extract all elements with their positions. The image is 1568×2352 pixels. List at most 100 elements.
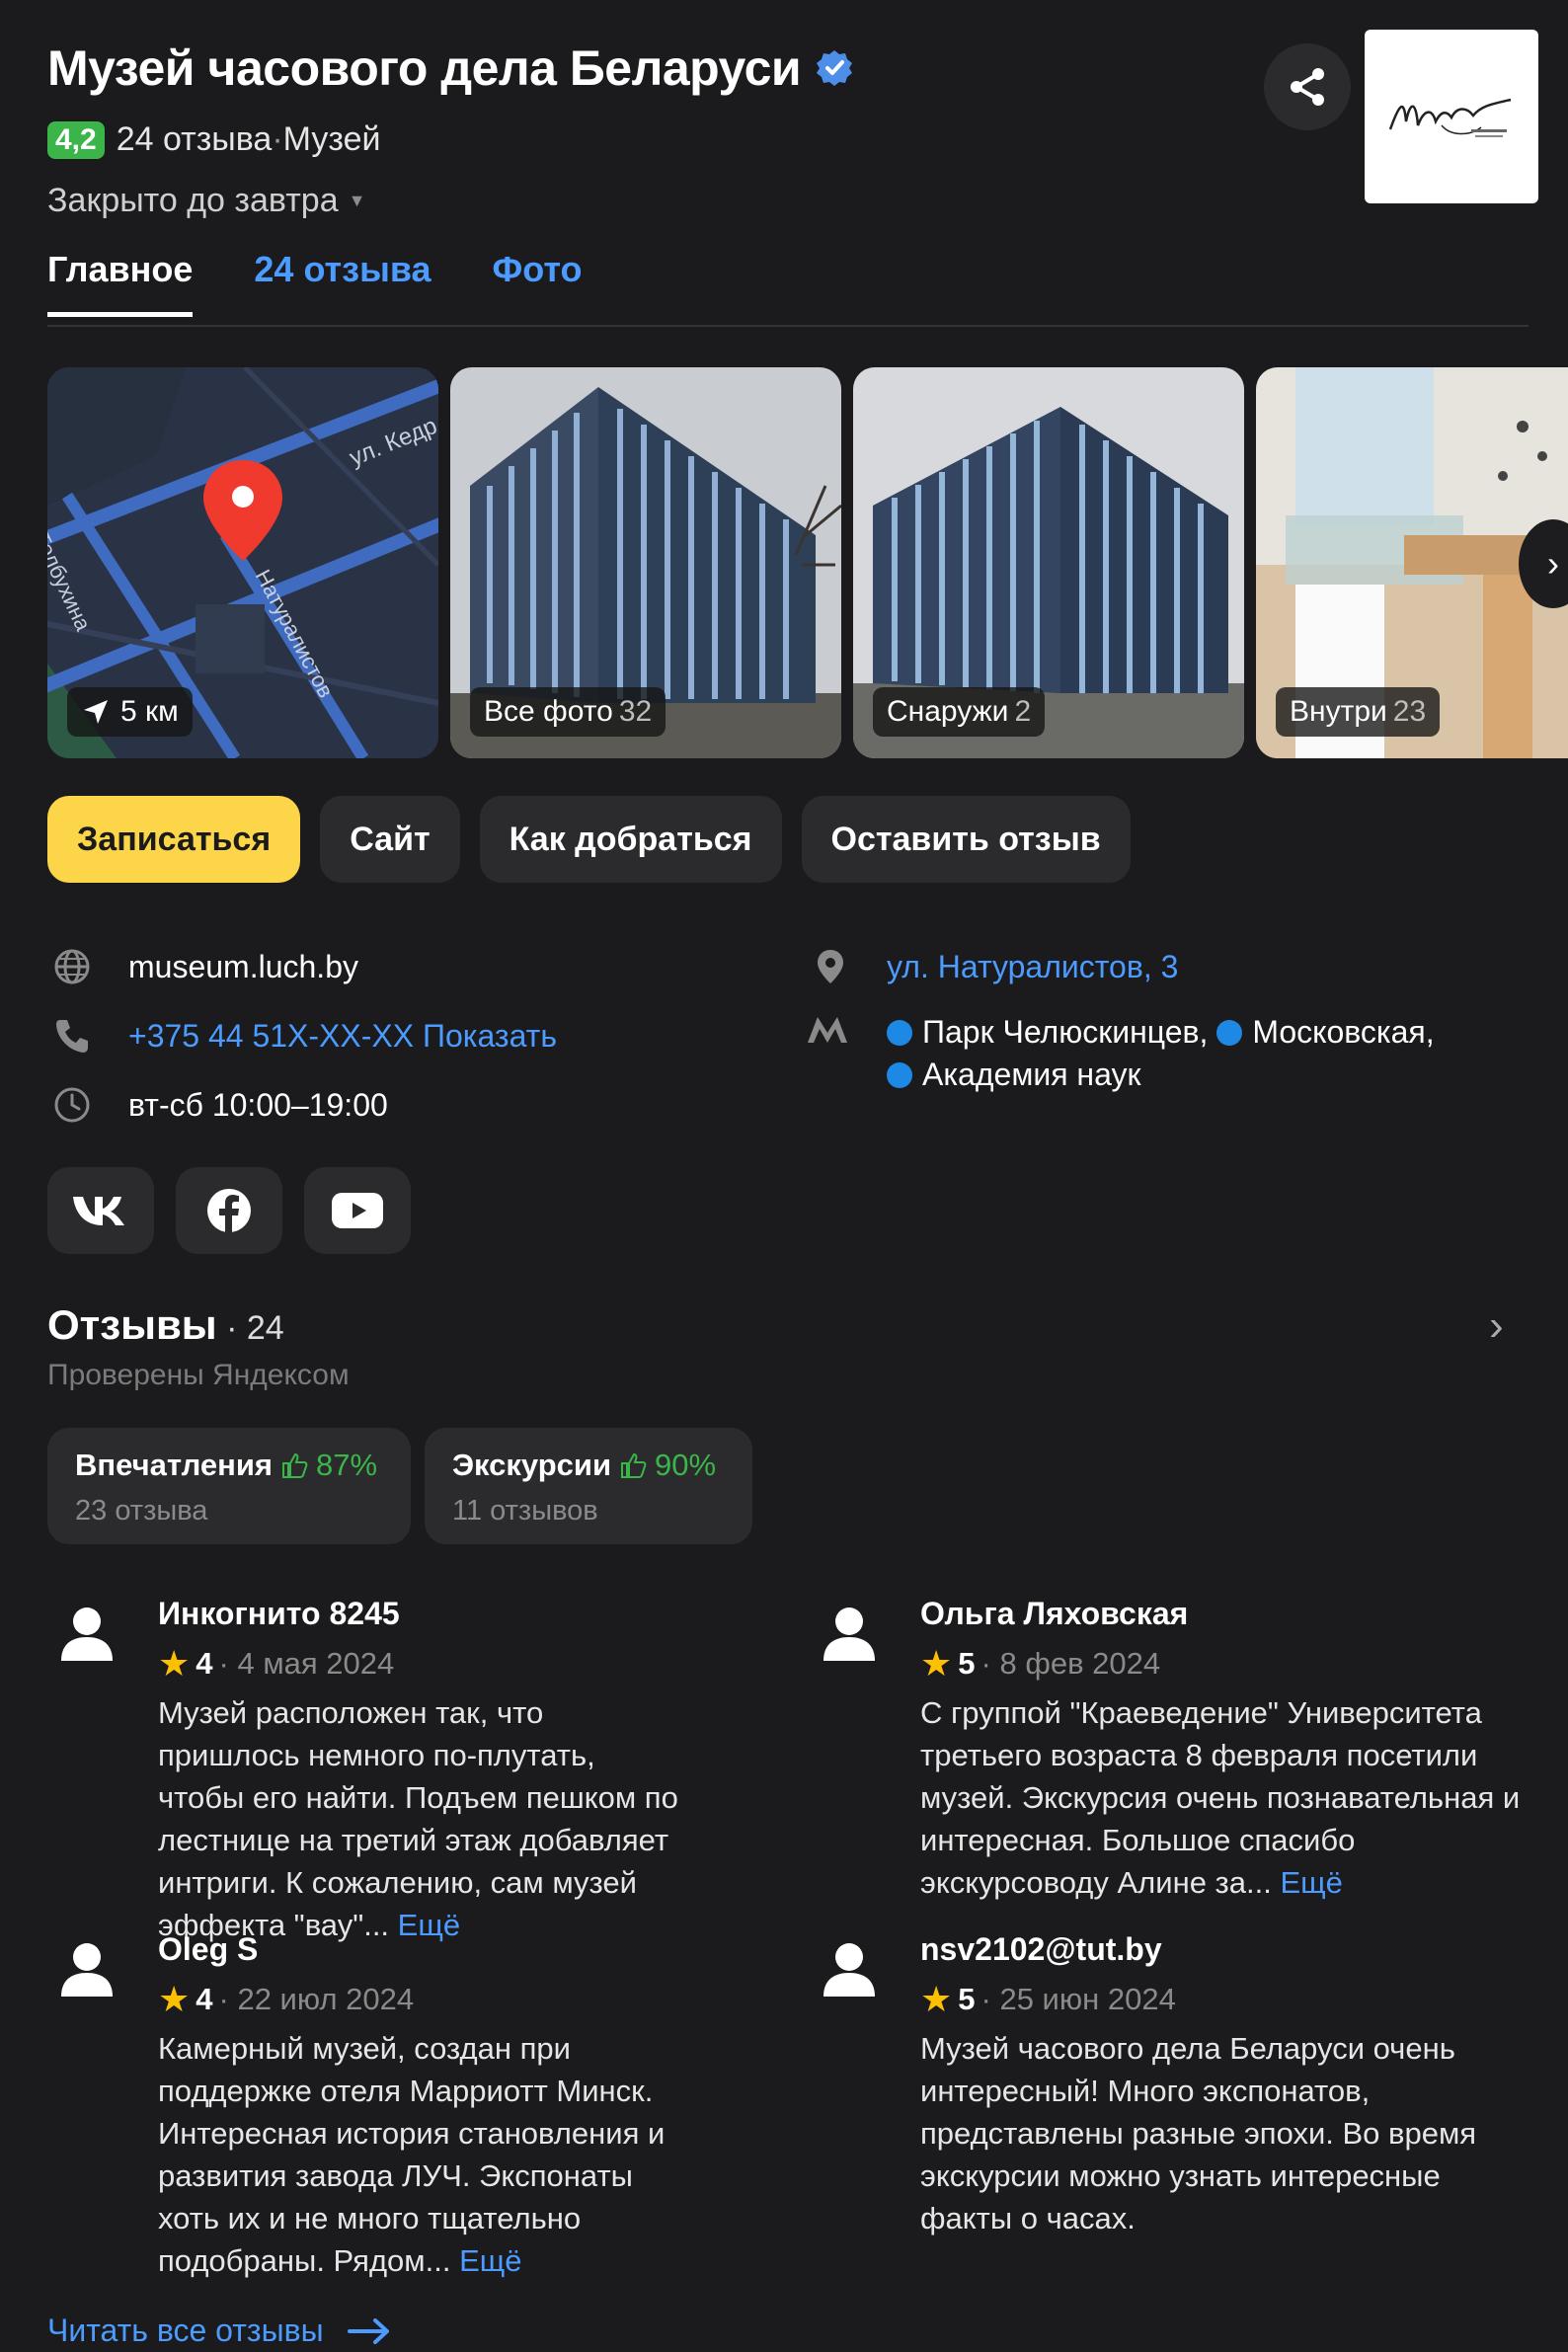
metro-station[interactable]: Академия наук (887, 1057, 1141, 1092)
website-link[interactable]: museum.luch.by (128, 949, 358, 985)
review-meta: ★ 4 · 22 июл 2024 (158, 1982, 679, 2017)
user-avatar-icon (61, 1607, 113, 1661)
photo-tile-outside[interactable]: Снаружи 2 (853, 367, 1244, 758)
tab-photos[interactable]: Фото (493, 249, 583, 317)
distance-badge: 5 км (67, 687, 193, 737)
youtube-icon (332, 1193, 383, 1228)
arrow-right-icon (347, 2317, 389, 2344)
star-icon: ★ (158, 1979, 191, 2019)
aspect-percent: 90% (655, 1448, 717, 1482)
tab-reviews[interactable]: 24 отзыва (254, 249, 431, 317)
metro-station[interactable]: Московская, (1216, 1014, 1435, 1050)
page-title: Музей часового дела Беларуси (47, 39, 854, 97)
review-more-link[interactable]: Ещё (459, 2243, 521, 2278)
book-button[interactable]: Записаться (47, 796, 301, 883)
review-author[interactable]: nsv2102@tut.by (920, 1931, 1540, 1968)
metro-row: Парк Челюскинцев, Московская, Академия н… (806, 1011, 1536, 1096)
tab-main[interactable]: Главное (47, 249, 194, 317)
review-text: Музей расположен так, что пришлось немно… (158, 1695, 678, 1942)
user-avatar-icon (61, 1943, 113, 1997)
share-button[interactable] (1264, 43, 1351, 130)
aspect-name: Экскурсии (452, 1448, 612, 1482)
website-button[interactable]: Сайт (320, 796, 460, 883)
metro-station[interactable]: Парк Челюскинцев, (887, 1014, 1208, 1050)
thumbs-up-icon (621, 1452, 647, 1478)
rating-badge: 4,2 (47, 120, 105, 159)
chevron-right-icon[interactable]: › (1489, 1301, 1504, 1351)
review-card: Инкогнито 8245 ★ 4 · 4 мая 2024 Музей ра… (47, 1596, 679, 1946)
aspect-card-excursions[interactable]: Экскурсии 90% 11 отзывов (425, 1428, 752, 1544)
user-avatar-icon (823, 1607, 875, 1661)
hours-status[interactable]: Закрыто до завтра ▼ (47, 182, 365, 220)
review-date: · 4 мая 2024 (218, 1646, 395, 1681)
website-row: museum.luch.by (47, 942, 358, 991)
review-card: Ольга Ляховская ★ 5 · 8 фев 2024 С групп… (810, 1596, 1540, 1904)
aspect-card-impressions[interactable]: Впечатления 87% 23 отзыва (47, 1428, 411, 1544)
read-all-label: Читать все отзывы (47, 2313, 324, 2348)
photo-count: 2 (1014, 695, 1032, 728)
metro-station-name: Московская, (1252, 1014, 1435, 1050)
review-text-block: Музей расположен так, что пришлось немно… (158, 1691, 679, 1946)
photo-label-text: Все фото (484, 695, 613, 728)
opening-hours: вт-сб 10:00–19:00 (128, 1086, 388, 1123)
tabs-divider (47, 325, 1529, 327)
route-button[interactable]: Как добраться (479, 796, 782, 883)
reviews-verified-note: Проверены Яндексом (47, 1359, 350, 1391)
facebook-icon (207, 1189, 251, 1232)
photo-count: 32 (618, 695, 653, 728)
vk-icon (73, 1197, 124, 1225)
separator: · (272, 120, 283, 158)
review-date: · 8 фев 2024 (980, 1646, 1161, 1681)
org-card: Музей часового дела Беларуси 4,2 24 отзы… (0, 0, 1568, 2352)
youtube-button[interactable] (304, 1167, 411, 1254)
thumbs-up-icon (282, 1452, 308, 1478)
metro-line-dot (887, 1020, 912, 1046)
reviews-count-link[interactable]: 24 отзыва (117, 120, 273, 159)
review-author[interactable]: Oleg S (158, 1931, 679, 1968)
read-all-reviews-link[interactable]: Читать все отзывы (47, 2313, 391, 2349)
org-name: Музей часового дела Беларуси (47, 40, 802, 96)
leave-review-button[interactable]: Оставить отзыв (801, 796, 1131, 883)
review-score: 4 (196, 1982, 213, 2016)
review-card: nsv2102@tut.by ★ 5 · 25 июн 2024 Музей ч… (810, 1931, 1540, 2239)
review-date: · 22 июл 2024 (218, 1982, 415, 2016)
phone-number[interactable]: +375 44 51X-XX-XX (128, 1018, 414, 1055)
aspect-title: Впечатления 87% (75, 1448, 383, 1483)
review-author[interactable]: Ольга Ляховская (920, 1596, 1540, 1632)
review-meta: ★ 5 · 25 июн 2024 (920, 1982, 1540, 2017)
photo-label-outside: Снаружи 2 (873, 687, 1046, 737)
review-more-link[interactable]: Ещё (1280, 1865, 1342, 1900)
user-avatar-icon (823, 1943, 875, 1997)
review-date: · 25 июн 2024 (980, 1982, 1176, 2016)
review-text: С группой "Краеведение" Университета тре… (920, 1695, 1521, 1900)
aspect-count: 11 отзывов (452, 1495, 598, 1527)
review-score: 5 (958, 1646, 976, 1681)
aspect-count: 23 отзыва (75, 1495, 208, 1527)
review-text-block: Музей часового дела Беларуси очень интер… (920, 2027, 1540, 2239)
metro-line-dot (1216, 1020, 1243, 1046)
map-tile[interactable]: ул. Кедр ул. Толбухина Натуралистов 5 км (47, 367, 438, 758)
review-score: 4 (196, 1646, 213, 1681)
review-author[interactable]: Инкогнито 8245 (158, 1596, 679, 1632)
category: Музей (282, 120, 381, 158)
review-meta: ★ 5 · 8 фев 2024 (920, 1646, 1540, 1682)
photo-label-all: Все фото 32 (470, 687, 666, 737)
tabs: Главное 24 отзыва Фото (47, 249, 582, 317)
hours-row: вт-сб 10:00–19:00 (47, 1080, 388, 1130)
vk-button[interactable] (47, 1167, 154, 1254)
show-phone-button[interactable]: Показать (423, 1018, 557, 1055)
facebook-button[interactable] (176, 1167, 282, 1254)
location-pin-icon (806, 942, 855, 991)
review-text: Камерный музей, создан при поддержке оте… (158, 2031, 666, 2278)
reviews-heading[interactable]: Отзывы · 24 (47, 1301, 284, 1349)
logo-signature-icon (1388, 98, 1512, 137)
verified-icon (817, 50, 853, 86)
metro-station-name: Парк Челюскинцев, (922, 1014, 1209, 1050)
photo-count: 23 (1392, 695, 1427, 728)
aspect-percent: 87% (316, 1448, 378, 1482)
org-logo[interactable] (1365, 30, 1538, 203)
review-card: Oleg S ★ 4 · 22 июл 2024 Камерный музей,… (47, 1931, 679, 2282)
aspect-title: Экскурсии 90% (452, 1448, 725, 1483)
address-link[interactable]: ул. Натуралистов, 3 (887, 949, 1178, 985)
photo-tile-all[interactable]: Все фото 32 (450, 367, 841, 758)
